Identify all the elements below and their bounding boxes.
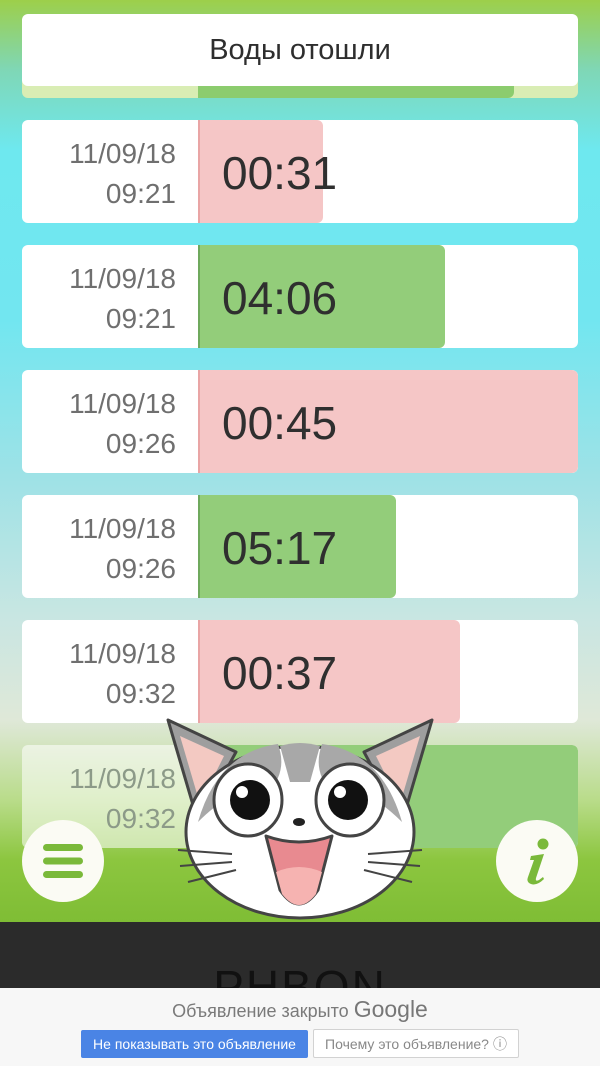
- row-datetime: 11/09/18 09:21: [22, 245, 198, 348]
- water-broke-card: Воды отошли: [22, 14, 578, 98]
- row-datetime: 11/09/18 09:26: [22, 370, 198, 473]
- ad-closed-text: Объявление закрыто: [172, 1001, 349, 1021]
- cat-mascot-icon: [166, 718, 434, 920]
- google-logo: Google: [353, 996, 428, 1022]
- why-this-ad-button[interactable]: Почему это объявление? ⓘ: [313, 1029, 519, 1058]
- row-time: 09:26: [105, 553, 176, 584]
- row-date: 11/09/18: [69, 138, 176, 169]
- row-datetime: 11/09/18 09:26: [22, 495, 198, 598]
- hamburger-menu-icon: [43, 844, 83, 878]
- hide-ad-button[interactable]: Не показывать это объявление: [81, 1030, 308, 1058]
- ad-closed-panel: Объявление закрыто Google Не показывать …: [0, 988, 600, 1066]
- row-duration: 00:37: [222, 647, 338, 699]
- info-icon: [527, 838, 549, 885]
- why-this-ad-label: Почему это объявление?: [325, 1035, 489, 1052]
- contraction-row[interactable]: 11/09/18 09:21 04:06: [22, 245, 578, 348]
- row-duration: 00:31: [222, 147, 338, 199]
- contraction-row[interactable]: 11/09/18 09:32 00:37: [22, 620, 578, 723]
- contraction-row[interactable]: 11/09/18 09:21 00:31: [22, 120, 578, 223]
- row-date: 11/09/18: [69, 763, 176, 794]
- row-time: 09:32: [105, 678, 176, 709]
- info-circle-icon: ⓘ: [492, 1035, 507, 1052]
- info-button[interactable]: [496, 820, 578, 902]
- row-date: 11/09/18: [69, 263, 176, 294]
- row-datetime: 11/09/18 09:32: [22, 620, 198, 723]
- ad-closed-message: Объявление закрыто Google: [0, 996, 600, 1023]
- row-time: 09:21: [105, 178, 176, 209]
- water-broke-button[interactable]: Воды отошли: [22, 14, 578, 86]
- app-screen: Воды отошли 11/09/18 09:21 00:31 11/09/18 09…: [0, 0, 600, 922]
- row-date: 11/09/18: [69, 388, 176, 419]
- water-broke-label: Воды отошли: [209, 33, 391, 66]
- row-date: 11/09/18: [69, 638, 176, 669]
- row-date: 11/09/18: [69, 513, 176, 544]
- row-time: 09:21: [105, 303, 176, 334]
- row-datetime: 11/09/18 09:21: [22, 120, 198, 223]
- contraction-row[interactable]: 11/09/18 09:26 00:45: [22, 370, 578, 473]
- hide-ad-label: Не показывать это объявление: [93, 1036, 296, 1052]
- row-duration: 00:45: [222, 397, 338, 449]
- contraction-row[interactable]: 11/09/18 09:26 05:17: [22, 495, 578, 598]
- row-duration: 04:06: [222, 272, 338, 324]
- row-duration: 05:17: [222, 522, 338, 574]
- menu-button[interactable]: [22, 820, 104, 902]
- row-time: 09:26: [105, 428, 176, 459]
